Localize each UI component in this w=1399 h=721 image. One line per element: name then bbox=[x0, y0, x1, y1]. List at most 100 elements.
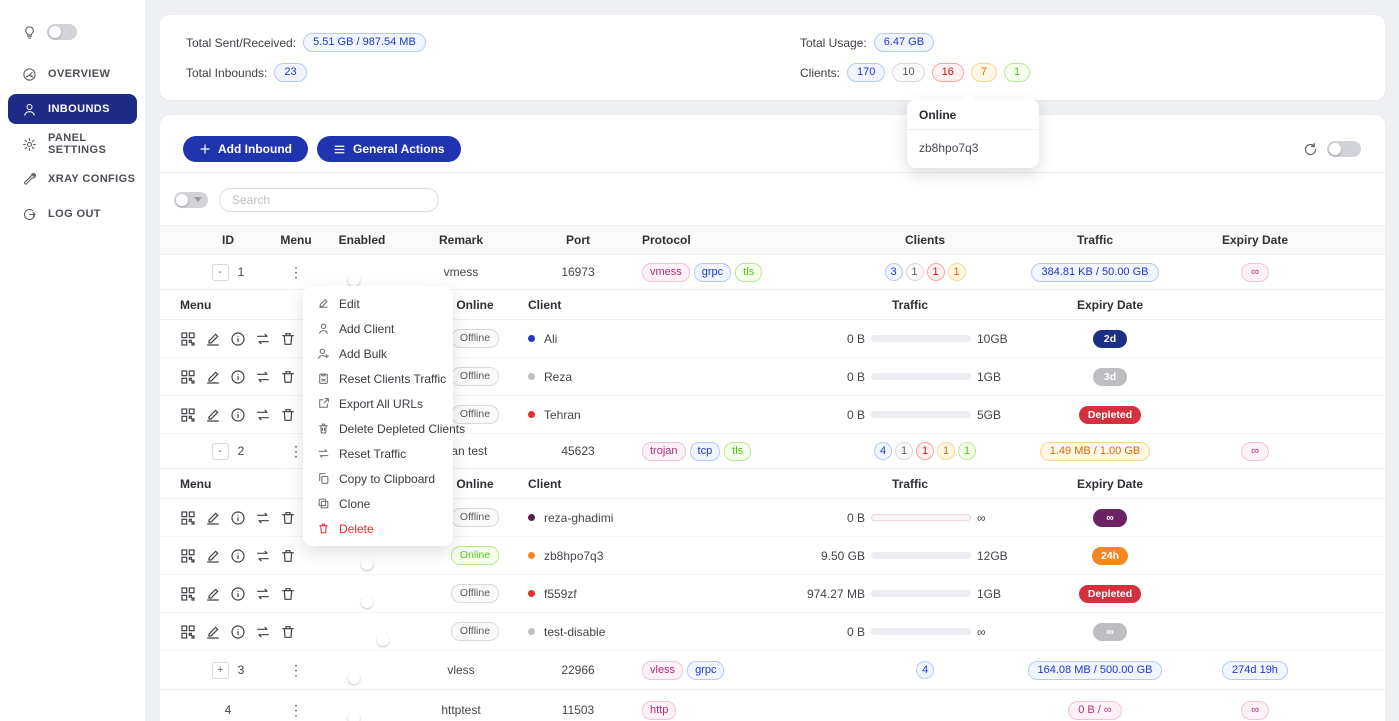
info-icon[interactable] bbox=[230, 407, 246, 423]
client-count-tag[interactable]: 1 bbox=[895, 442, 913, 460]
user-icon bbox=[317, 322, 330, 335]
client-count-tag[interactable]: 1 bbox=[927, 263, 945, 281]
client-count-tag[interactable]: 3 bbox=[885, 263, 903, 281]
reset-traffic-icon[interactable] bbox=[255, 331, 271, 347]
traffic-limit: 1GB bbox=[977, 587, 1017, 601]
reset-traffic-icon[interactable] bbox=[255, 624, 271, 640]
edit-icon[interactable] bbox=[205, 407, 221, 423]
sidebar-item-inbounds[interactable]: INBOUNDS bbox=[8, 94, 137, 124]
clients-count-expiring[interactable]: 7 bbox=[971, 63, 997, 82]
collapse-button[interactable]: - bbox=[212, 264, 229, 281]
popup-online-client: zb8hpo7q3 bbox=[907, 130, 1039, 168]
delete-icon[interactable] bbox=[280, 586, 296, 602]
client-count-tag[interactable]: 1 bbox=[916, 442, 934, 460]
client-count-tag[interactable]: 1 bbox=[937, 442, 955, 460]
edit-icon[interactable] bbox=[205, 586, 221, 602]
edit-icon[interactable] bbox=[205, 510, 221, 526]
inbound-traffic: 1.49 MB / 1.00 GB bbox=[1040, 442, 1151, 461]
menu-item-label: Reset Traffic bbox=[339, 447, 406, 461]
clone-icon bbox=[317, 497, 330, 510]
client-row-test-disable: Offline test-disable 0 B ∞ ∞ bbox=[160, 613, 1385, 651]
delete-icon[interactable] bbox=[280, 369, 296, 385]
filter-toggle[interactable] bbox=[174, 192, 208, 208]
info-icon[interactable] bbox=[230, 586, 246, 602]
menu-item-clone[interactable]: Clone bbox=[303, 491, 453, 516]
qrcode-icon[interactable] bbox=[180, 369, 196, 385]
info-icon[interactable] bbox=[230, 510, 246, 526]
collapse-button[interactable]: - bbox=[212, 443, 229, 460]
menu-item-label: Add Client bbox=[339, 322, 394, 336]
qrcode-icon[interactable] bbox=[180, 624, 196, 640]
col-client-traffic: Traffic bbox=[780, 477, 1040, 491]
menu-item-export-all-urls[interactable]: Export All URLs bbox=[303, 391, 453, 416]
menu-item-delete-depleted-clients[interactable]: Delete Depleted Clients bbox=[303, 416, 453, 441]
inbound-row-vmess: - 1 ⋮ vmess 16973 vmess grpc tls 3 1 1 1… bbox=[160, 255, 1385, 290]
delete-icon[interactable] bbox=[280, 548, 296, 564]
sidebar-item-log-out[interactable]: LOG OUT bbox=[8, 199, 137, 229]
client-name: Ali bbox=[544, 332, 557, 346]
delete-icon[interactable] bbox=[280, 407, 296, 423]
refresh-icon[interactable] bbox=[1303, 142, 1318, 157]
col-remark: Remark bbox=[408, 233, 514, 247]
client-expiry-badge: 24h bbox=[1092, 547, 1128, 565]
sidebar-item-xray-configs[interactable]: XRAY CONFIGS bbox=[8, 164, 137, 194]
reset-traffic-icon[interactable] bbox=[255, 369, 271, 385]
sidebar-item-panel-settings[interactable]: PANEL SETTINGS bbox=[8, 129, 137, 159]
info-icon[interactable] bbox=[230, 331, 246, 347]
reset-traffic-icon[interactable] bbox=[255, 510, 271, 526]
qrcode-icon[interactable] bbox=[180, 407, 196, 423]
qrcode-icon[interactable] bbox=[180, 331, 196, 347]
menu-item-delete[interactable]: Delete bbox=[303, 516, 453, 541]
delete-icon[interactable] bbox=[280, 331, 296, 347]
edit-icon[interactable] bbox=[205, 331, 221, 347]
col-client-name: Client bbox=[510, 298, 780, 312]
row-menu-button[interactable]: ⋮ bbox=[276, 702, 316, 719]
expand-button[interactable]: + bbox=[212, 662, 229, 679]
info-icon[interactable] bbox=[230, 548, 246, 564]
reset-traffic-icon[interactable] bbox=[255, 586, 271, 602]
row-menu-button[interactable]: ⋮ bbox=[276, 662, 316, 679]
client-count-tag[interactable]: 1 bbox=[906, 263, 924, 281]
clients-count-depleted[interactable]: 16 bbox=[932, 63, 964, 82]
user-plus-icon bbox=[317, 347, 330, 360]
reset-traffic-icon[interactable] bbox=[255, 548, 271, 564]
search-input[interactable] bbox=[219, 188, 439, 212]
clients-count-deactive[interactable]: 10 bbox=[892, 63, 924, 82]
clients-count-online[interactable]: 1 bbox=[1004, 63, 1030, 82]
edit-icon[interactable] bbox=[205, 624, 221, 640]
client-count-tag[interactable]: 4 bbox=[874, 442, 892, 460]
info-icon[interactable] bbox=[230, 369, 246, 385]
menu-item-reset-clients-traffic[interactable]: Reset Clients Traffic bbox=[303, 366, 453, 391]
info-icon[interactable] bbox=[230, 624, 246, 640]
traffic-limit: 1GB bbox=[977, 370, 1017, 384]
theme-toggle[interactable] bbox=[47, 24, 77, 40]
delete-icon[interactable] bbox=[280, 510, 296, 526]
inbound-id: 4 bbox=[225, 703, 232, 717]
dashboard-icon bbox=[22, 67, 37, 82]
theme-row bbox=[0, 18, 145, 54]
auto-refresh-toggle[interactable] bbox=[1327, 141, 1361, 157]
traffic-used: 9.50 GB bbox=[803, 549, 865, 563]
clients-count-total[interactable]: 170 bbox=[847, 63, 885, 82]
client-count-tag[interactable]: 1 bbox=[958, 442, 976, 460]
client-count-tag[interactable]: 4 bbox=[916, 661, 934, 679]
menu-item-add-client[interactable]: Add Client bbox=[303, 316, 453, 341]
menu-item-add-bulk[interactable]: Add Bulk bbox=[303, 341, 453, 366]
menu-item-reset-traffic[interactable]: Reset Traffic bbox=[303, 441, 453, 466]
col-protocol: Protocol bbox=[642, 233, 840, 247]
edit-icon[interactable] bbox=[205, 548, 221, 564]
qrcode-icon[interactable] bbox=[180, 510, 196, 526]
menu-item-edit[interactable]: Edit bbox=[303, 291, 453, 316]
row-menu-button[interactable]: ⋮ bbox=[276, 264, 316, 281]
general-actions-button[interactable]: General Actions bbox=[317, 136, 461, 162]
edit-icon[interactable] bbox=[205, 369, 221, 385]
delete-icon[interactable] bbox=[280, 624, 296, 640]
qrcode-icon[interactable] bbox=[180, 586, 196, 602]
menu-item-label: Edit bbox=[339, 297, 360, 311]
add-inbound-button[interactable]: Add Inbound bbox=[183, 136, 308, 162]
sidebar-item-overview[interactable]: OVERVIEW bbox=[8, 59, 137, 89]
client-count-tag[interactable]: 1 bbox=[948, 263, 966, 281]
reset-traffic-icon[interactable] bbox=[255, 407, 271, 423]
menu-item-copy-to-clipboard[interactable]: Copy to Clipboard bbox=[303, 466, 453, 491]
qrcode-icon[interactable] bbox=[180, 548, 196, 564]
